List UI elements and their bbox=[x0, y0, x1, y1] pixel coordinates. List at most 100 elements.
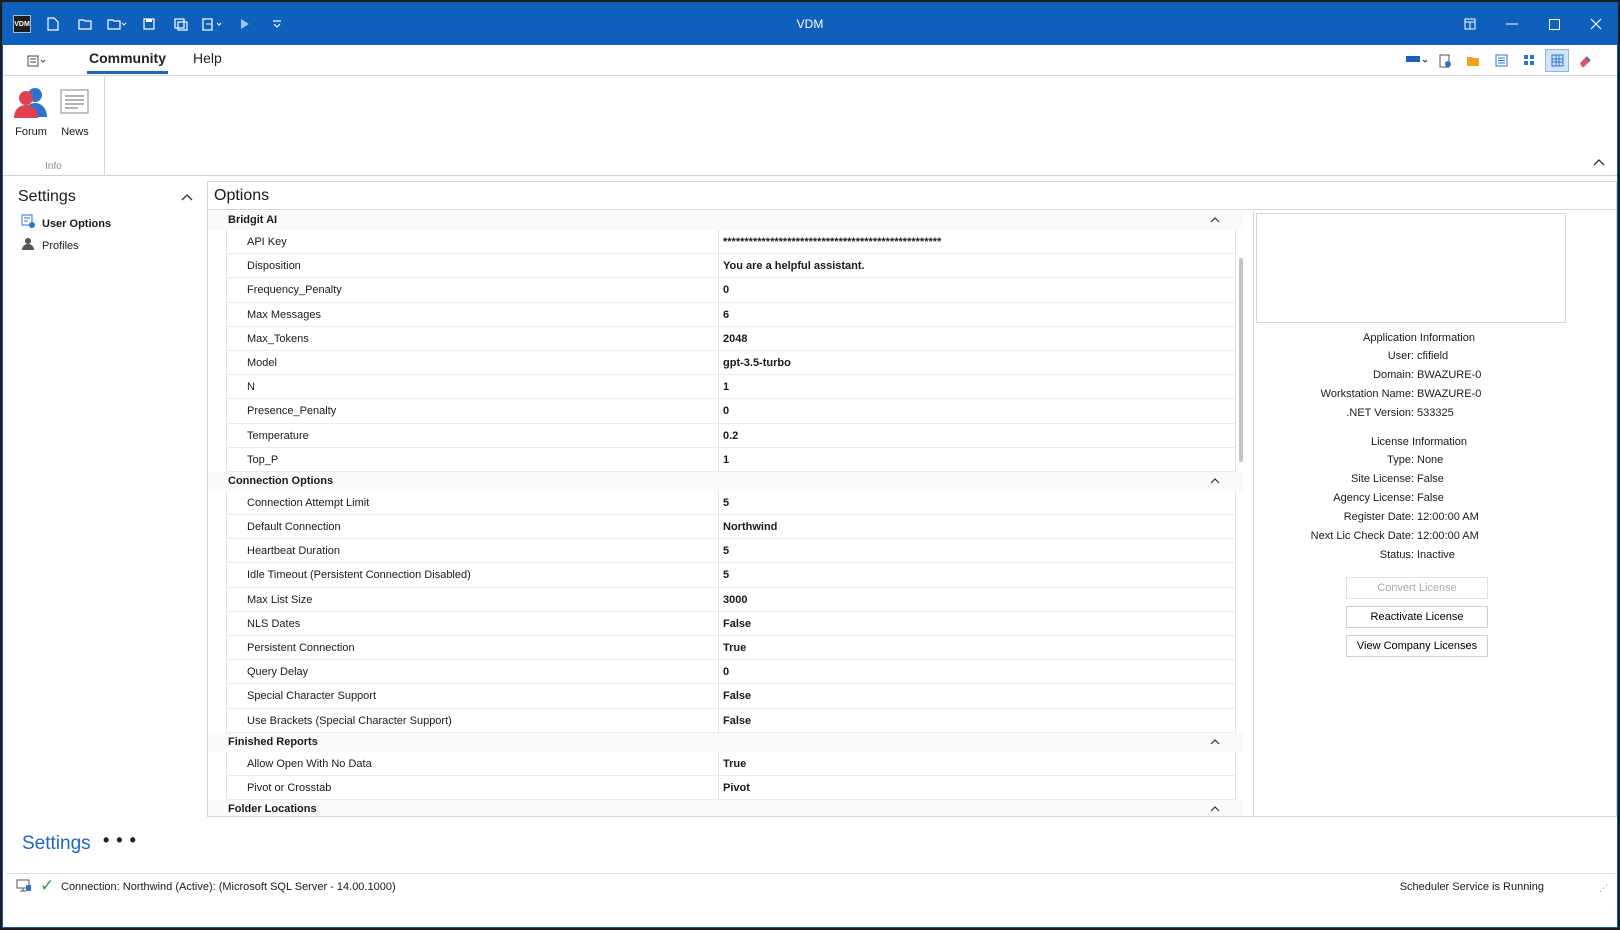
property-value[interactable]: False bbox=[719, 611, 1236, 635]
property-value[interactable]: 2048 bbox=[719, 326, 1236, 350]
property-value[interactable]: 6 bbox=[719, 302, 1236, 326]
run-play-icon[interactable] bbox=[231, 10, 259, 38]
nav-item-user-options[interactable]: User Options bbox=[6, 213, 205, 235]
info-row: Workstation Name: BWAZURE-0 bbox=[1254, 388, 1584, 406]
collapse-chevron-up-icon[interactable] bbox=[181, 181, 193, 213]
open-folder-icon[interactable] bbox=[71, 10, 99, 38]
close-button[interactable] bbox=[1575, 3, 1617, 45]
file-menu-icon[interactable] bbox=[23, 50, 51, 72]
open-recent-dropdown-icon[interactable] bbox=[103, 10, 131, 38]
property-value[interactable]: 0.2 bbox=[719, 423, 1236, 447]
folder-icon[interactable] bbox=[1461, 49, 1485, 72]
ribbon-group-info: Forum News Info bbox=[3, 76, 105, 176]
category-header[interactable]: Connection Options bbox=[208, 471, 1244, 491]
minimize-button[interactable] bbox=[1491, 3, 1533, 45]
person-icon bbox=[20, 235, 36, 257]
property-row[interactable]: Disposition You are a helpful assistant. bbox=[226, 254, 1236, 279]
property-value[interactable]: 1 bbox=[719, 375, 1236, 399]
new-file-icon[interactable] bbox=[39, 10, 67, 38]
property-value[interactable]: Pivot bbox=[719, 775, 1236, 800]
save-icon[interactable] bbox=[135, 10, 163, 38]
reactivate-license-button[interactable]: Reactivate License bbox=[1346, 606, 1488, 628]
property-row[interactable]: Connection Attempt Limit 5 bbox=[226, 490, 1236, 516]
resize-grip-icon[interactable]: ⋰ bbox=[1599, 883, 1608, 894]
forum-button[interactable]: Forum bbox=[9, 82, 53, 138]
ribbon-tab-bar: Community Help bbox=[3, 45, 1617, 76]
news-button[interactable]: News bbox=[53, 82, 97, 138]
customize-toolbar-icon[interactable] bbox=[263, 10, 291, 38]
property-name: N bbox=[226, 375, 719, 399]
property-value[interactable]: 5 bbox=[719, 539, 1236, 563]
property-value[interactable]: 5 bbox=[719, 490, 1236, 515]
tile-view-icon[interactable] bbox=[1517, 49, 1541, 72]
property-value[interactable]: gpt-3.5-turbo bbox=[719, 350, 1236, 375]
property-value[interactable]: Northwind bbox=[719, 515, 1236, 539]
eraser-icon[interactable] bbox=[1573, 49, 1597, 72]
property-row[interactable]: Temperature 0.2 bbox=[226, 423, 1236, 448]
property-row[interactable]: NLS Dates False bbox=[226, 611, 1236, 636]
view-company-licenses-button[interactable]: View Company Licenses bbox=[1346, 635, 1488, 657]
user-options-icon bbox=[20, 213, 36, 235]
property-value[interactable]: True bbox=[719, 636, 1236, 660]
property-value[interactable]: ****************************************… bbox=[719, 230, 1236, 254]
property-row[interactable]: Pivot or Crosstab Pivot bbox=[226, 775, 1236, 801]
property-row[interactable]: Max_Tokens 2048 bbox=[226, 326, 1236, 351]
restore-layout-icon[interactable] bbox=[1449, 3, 1491, 45]
property-row[interactable]: Idle Timeout (Persistent Connection Disa… bbox=[226, 563, 1236, 588]
property-row[interactable]: Frequency_Penalty 0 bbox=[226, 278, 1236, 303]
convert-license-button[interactable]: Convert License bbox=[1346, 577, 1488, 599]
property-value[interactable]: You are a helpful assistant. bbox=[719, 254, 1236, 278]
category-header[interactable]: Finished Reports bbox=[208, 732, 1244, 752]
theme-color-dropdown-icon[interactable] bbox=[1405, 49, 1429, 72]
property-value[interactable]: 0 bbox=[719, 278, 1236, 302]
property-value[interactable]: True bbox=[719, 751, 1236, 775]
chevron-up-icon[interactable] bbox=[1210, 800, 1220, 816]
property-row[interactable]: Max List Size 3000 bbox=[226, 587, 1236, 612]
property-row[interactable]: Allow Open With No Data True bbox=[226, 751, 1236, 776]
nav-item-profiles[interactable]: Profiles bbox=[6, 235, 205, 257]
status-bar: ✓ Connection: Northwind (Active): (Micro… bbox=[6, 873, 1616, 901]
tab-help[interactable]: Help bbox=[191, 50, 224, 74]
category-name: Finished Reports bbox=[228, 735, 318, 748]
list-view-icon[interactable] bbox=[1489, 49, 1513, 72]
property-value[interactable]: 5 bbox=[719, 563, 1236, 587]
property-value[interactable]: False bbox=[719, 708, 1236, 732]
property-row[interactable]: Use Brackets (Special Character Support)… bbox=[226, 708, 1236, 733]
property-row[interactable]: Heartbeat Duration 5 bbox=[226, 539, 1236, 564]
category-name: Folder Locations bbox=[228, 803, 317, 816]
category-header[interactable]: Bridgit AI bbox=[208, 211, 1244, 230]
tab-community[interactable]: Community bbox=[87, 50, 168, 74]
more-options-icon[interactable]: • • • bbox=[103, 830, 137, 851]
nav-settings-link[interactable]: Settings bbox=[22, 833, 91, 855]
property-row[interactable]: Presence_Penalty 0 bbox=[226, 399, 1236, 424]
chevron-up-icon[interactable] bbox=[1210, 733, 1220, 752]
property-row[interactable]: Persistent Connection True bbox=[226, 636, 1236, 661]
report-settings-icon[interactable] bbox=[1433, 49, 1457, 72]
property-value[interactable]: False bbox=[719, 684, 1236, 708]
chevron-up-icon[interactable] bbox=[1210, 211, 1220, 230]
property-row[interactable]: API Key *********************************… bbox=[226, 230, 1236, 255]
property-value[interactable]: 3000 bbox=[719, 587, 1236, 611]
property-value[interactable]: 1 bbox=[719, 447, 1236, 471]
property-name: Idle Timeout (Persistent Connection Disa… bbox=[226, 563, 719, 587]
property-value[interactable]: 0 bbox=[719, 399, 1236, 423]
property-row[interactable]: N1 bbox=[226, 375, 1236, 400]
info-label: Workstation Name: bbox=[1320, 388, 1414, 400]
save-all-icon[interactable] bbox=[167, 10, 195, 38]
connection-computer-icon[interactable] bbox=[16, 879, 32, 896]
property-value[interactable]: 0 bbox=[719, 660, 1236, 684]
collapse-ribbon-icon[interactable] bbox=[1593, 155, 1605, 169]
property-row[interactable]: Query Delay 0 bbox=[226, 660, 1236, 685]
maximize-button[interactable] bbox=[1533, 3, 1575, 45]
property-row[interactable]: Special Character Support False bbox=[226, 684, 1236, 709]
property-name: Use Brackets (Special Character Support) bbox=[226, 708, 719, 732]
property-row[interactable]: Default Connection Northwind bbox=[226, 515, 1236, 540]
property-row[interactable]: Model gpt-3.5-turbo bbox=[226, 350, 1236, 376]
grid-view-icon[interactable] bbox=[1545, 49, 1569, 72]
vertical-scrollbar[interactable] bbox=[1239, 258, 1243, 462]
export-dropdown-icon[interactable] bbox=[199, 10, 227, 38]
property-row[interactable]: Top_P 1 bbox=[226, 447, 1236, 472]
property-row[interactable]: Max Messages 6 bbox=[226, 302, 1236, 327]
chevron-up-icon[interactable] bbox=[1210, 472, 1220, 491]
category-header[interactable]: Folder Locations bbox=[208, 800, 1244, 816]
